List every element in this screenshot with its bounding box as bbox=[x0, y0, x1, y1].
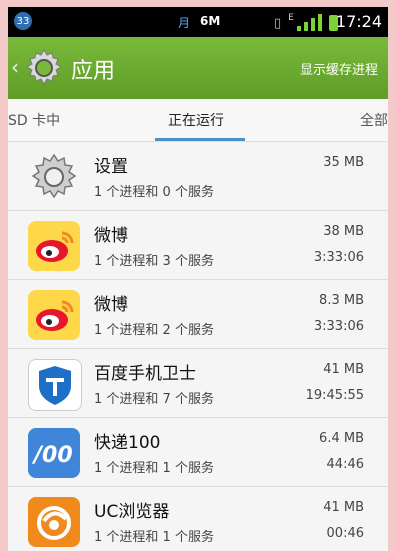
show-cached-processes-button[interactable]: 显示缓存进程 bbox=[300, 59, 378, 78]
process-description: 1 个进程和 1 个服务 bbox=[94, 530, 214, 545]
list-item[interactable]: UC浏览器 1 个进程和 1 个服务 41 MB 00:46 bbox=[8, 487, 388, 551]
list-item[interactable]: 微博 1 个进程和 2 个服务 8.3 MB 3:33:06 bbox=[8, 280, 388, 349]
weibo-icon bbox=[28, 290, 80, 340]
process-name: UC浏览器 bbox=[94, 502, 170, 522]
signal-bar-1-icon bbox=[296, 26, 301, 31]
run-time: 19:45:55 bbox=[305, 388, 364, 403]
weibo-icon bbox=[28, 221, 80, 271]
data-usage-indicator: 6M bbox=[200, 14, 221, 28]
signal-bar-4-icon bbox=[317, 14, 322, 31]
signal-bar-3-icon bbox=[310, 18, 315, 31]
process-name: 微博 bbox=[94, 295, 128, 315]
uc-browser-icon bbox=[28, 497, 80, 547]
memory-size: 41 MB bbox=[323, 362, 364, 377]
process-description: 1 个进程和 1 个服务 bbox=[94, 461, 214, 476]
signal-bar-2-icon bbox=[303, 22, 308, 31]
process-description: 1 个进程和 2 个服务 bbox=[94, 323, 214, 338]
settings-gear-icon[interactable] bbox=[24, 48, 64, 88]
run-time: 44:46 bbox=[326, 457, 364, 472]
clock: 17:24 bbox=[335, 12, 382, 31]
action-bar: ‹ 应用 显示缓存进程 bbox=[8, 37, 388, 99]
process-description: 1 个进程和 3 个服务 bbox=[94, 254, 214, 269]
memory-size: 35 MB bbox=[323, 155, 364, 170]
tab-sd-card[interactable]: SD 卡中 bbox=[8, 110, 60, 130]
run-time: 3:33:06 bbox=[313, 250, 364, 265]
process-description: 1 个进程和 0 个服务 bbox=[94, 185, 214, 200]
run-time: 00:46 bbox=[326, 526, 364, 541]
process-name: 快递100 bbox=[94, 433, 161, 453]
list-item[interactable]: 设置 1 个进程和 0 个服务 35 MB bbox=[8, 142, 388, 211]
run-time: 3:33:06 bbox=[313, 319, 364, 334]
process-name: 设置 bbox=[94, 157, 128, 177]
process-name: 百度手机卫士 bbox=[94, 364, 196, 384]
phone-screen: 33 月 6M ▯ E 17:24 ‹ 应用 显示缓存进程 SD 卡中 正在运行… bbox=[8, 7, 388, 551]
memory-size: 41 MB bbox=[323, 500, 364, 515]
kuaidi100-icon: /00 bbox=[28, 428, 80, 478]
list-item[interactable]: /00 快递100 1 个进程和 1 个服务 6.4 MB 44:46 bbox=[8, 418, 388, 487]
notification-badge: 33 bbox=[14, 12, 32, 30]
tab-running[interactable]: 正在运行 bbox=[168, 110, 224, 130]
list-item[interactable]: 微博 1 个进程和 3 个服务 38 MB 3:33:06 bbox=[8, 211, 388, 280]
status-icons: ▯ E bbox=[274, 13, 338, 31]
moon-icon: 月 bbox=[178, 16, 191, 30]
network-type-icon: E bbox=[288, 13, 294, 23]
page-title: 应用 bbox=[71, 59, 116, 84]
baidu-guard-icon bbox=[28, 359, 82, 411]
svg-text:/00: /00 bbox=[31, 443, 73, 468]
settings-gear-icon bbox=[28, 152, 80, 202]
back-arrow-icon[interactable]: ‹ bbox=[11, 55, 19, 79]
process-description: 1 个进程和 7 个服务 bbox=[94, 392, 214, 407]
memory-size: 38 MB bbox=[323, 224, 364, 239]
tab-indicator bbox=[155, 138, 245, 141]
running-process-list: 设置 1 个进程和 0 个服务 35 MB 微博 1 个进程和 3 个服务 38… bbox=[8, 142, 388, 551]
vibrate-icon: ▯ bbox=[274, 16, 282, 31]
list-item[interactable]: 百度手机卫士 1 个进程和 7 个服务 41 MB 19:45:55 bbox=[8, 349, 388, 418]
status-bar: 33 月 6M ▯ E 17:24 bbox=[8, 7, 388, 37]
memory-size: 6.4 MB bbox=[319, 431, 364, 446]
process-name: 微博 bbox=[94, 226, 128, 246]
memory-size: 8.3 MB bbox=[319, 293, 364, 308]
tab-all[interactable]: 全部 bbox=[360, 110, 388, 130]
tab-bar: SD 卡中 正在运行 全部 bbox=[8, 99, 388, 142]
